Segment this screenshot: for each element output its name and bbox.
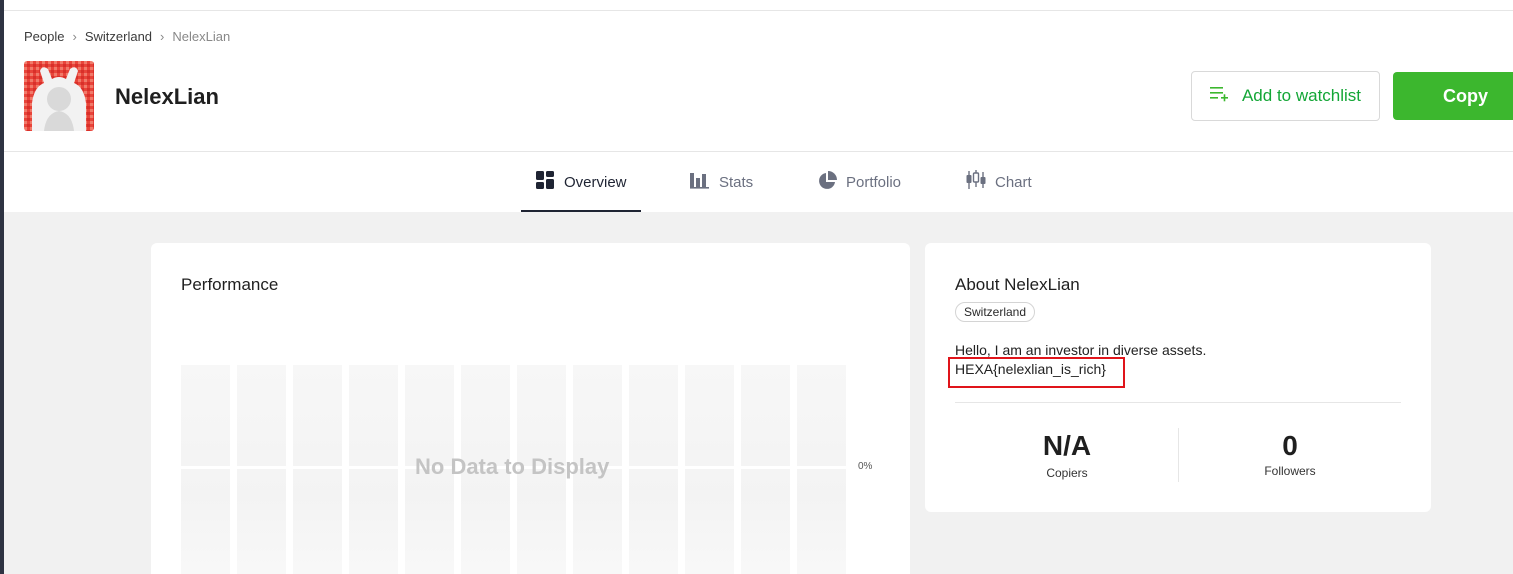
chart-grid-column	[741, 365, 790, 574]
copiers-label: Copiers	[1046, 466, 1088, 480]
breadcrumb-switzerland[interactable]: Switzerland	[85, 29, 152, 44]
chart-grid-column	[629, 365, 678, 574]
tab-stats[interactable]: Stats	[690, 152, 770, 212]
breadcrumb-people[interactable]: People	[24, 29, 64, 44]
tab-bar: Overview Stats Portfolio Chart	[521, 152, 1046, 212]
highlight-annotation-box	[948, 357, 1125, 388]
username: NelexLian	[115, 84, 219, 109]
chart-grid-column	[797, 365, 846, 574]
candlestick-icon	[966, 170, 986, 194]
performance-title: Performance	[181, 275, 279, 294]
avatar	[24, 61, 94, 131]
bar-chart-icon	[690, 171, 710, 193]
chevron-right-icon: ›	[72, 29, 77, 44]
about-title: About NelexLian	[955, 275, 1080, 294]
tab-overview-label: Overview	[564, 173, 627, 191]
breadcrumb-current: NelexLian	[172, 29, 231, 44]
add-to-watchlist-button[interactable]: Add to watchlist	[1191, 71, 1380, 121]
followers-value: 0	[1282, 430, 1298, 461]
chart-grid-column	[685, 365, 734, 574]
followers-label: Followers	[1264, 464, 1316, 478]
y-axis-tick-label: 0%	[858, 461, 873, 472]
breadcrumb: People › Switzerland › NelexLian	[24, 29, 230, 44]
chart-grid-column	[293, 365, 342, 574]
chart-grid-column	[349, 365, 398, 574]
list-add-icon	[1209, 86, 1230, 107]
tab-stats-label: Stats	[719, 173, 754, 191]
top-divider	[4, 10, 1513, 11]
tab-overview[interactable]: Overview	[521, 152, 641, 212]
copy-button[interactable]: Copy	[1393, 72, 1513, 120]
chart-grid-column	[181, 365, 230, 574]
chevron-right-icon: ›	[160, 29, 165, 44]
no-data-message: No Data to Display	[415, 454, 610, 479]
tab-chart[interactable]: Chart	[966, 152, 1046, 212]
watchlist-label: Add to watchlist	[1241, 86, 1362, 105]
stats-divider	[1178, 428, 1179, 482]
tab-chart-label: Chart	[995, 173, 1032, 191]
grid-icon	[536, 170, 555, 194]
tab-portfolio-label: Portfolio	[846, 173, 902, 191]
chart-grid-column	[237, 365, 286, 574]
country-badge: Switzerland	[955, 302, 1036, 322]
about-divider	[955, 402, 1401, 403]
pie-chart-icon	[818, 170, 837, 194]
copiers-value: N/A	[1042, 430, 1092, 461]
tab-portfolio[interactable]: Portfolio	[818, 152, 928, 212]
